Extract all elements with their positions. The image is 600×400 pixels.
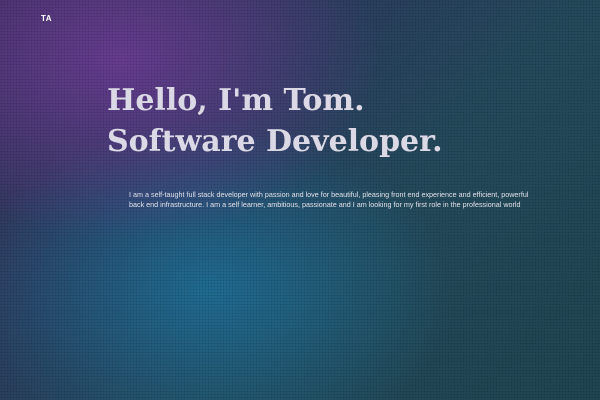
bio-paragraph: I am a self-taught full stack developer … [129, 190, 529, 210]
hero-greeting: Hello, I'm Tom. [107, 83, 365, 118]
logo[interactable]: TA [41, 14, 52, 23]
hero-title: Hello, I'm Tom. Software Developer. [107, 80, 443, 162]
hero-role: Software Developer. [107, 124, 443, 159]
